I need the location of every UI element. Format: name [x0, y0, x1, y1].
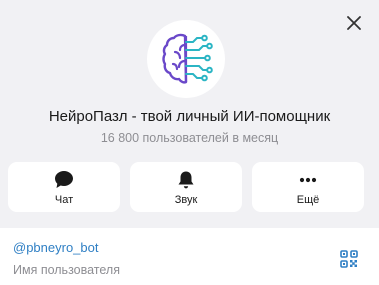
action-bar: Чат Звук Ещё	[8, 162, 372, 212]
brain-circuit-icon	[162, 33, 213, 84]
more-button[interactable]: Ещё	[252, 162, 364, 212]
more-dots-icon	[299, 177, 317, 183]
sound-button[interactable]: Звук	[130, 162, 242, 212]
bot-profile-panel: НейроПазл - твой личный ИИ-помощник 16 8…	[0, 0, 379, 285]
close-button[interactable]	[341, 10, 367, 36]
avatar	[147, 20, 225, 98]
username-card: @pbneyro_bot Имя пользователя	[0, 228, 379, 285]
chat-bubble-icon	[55, 171, 73, 188]
chat-button[interactable]: Чат	[8, 162, 120, 212]
monthly-users-count: 16 800 пользователей в месяц	[100, 131, 279, 145]
username-link[interactable]: @pbneyro_bot	[13, 240, 98, 255]
bot-title: НейроПазл - твой личный ИИ-помощник	[48, 108, 331, 125]
chat-button-label: Чат	[54, 194, 74, 206]
close-icon	[347, 16, 361, 30]
qr-code-button[interactable]	[340, 250, 358, 268]
bell-icon	[178, 171, 194, 189]
username-caption: Имя пользователя	[13, 263, 120, 277]
qr-code-icon	[340, 250, 358, 268]
sound-button-label: Звук	[174, 194, 198, 206]
more-button-label: Ещё	[296, 194, 320, 206]
